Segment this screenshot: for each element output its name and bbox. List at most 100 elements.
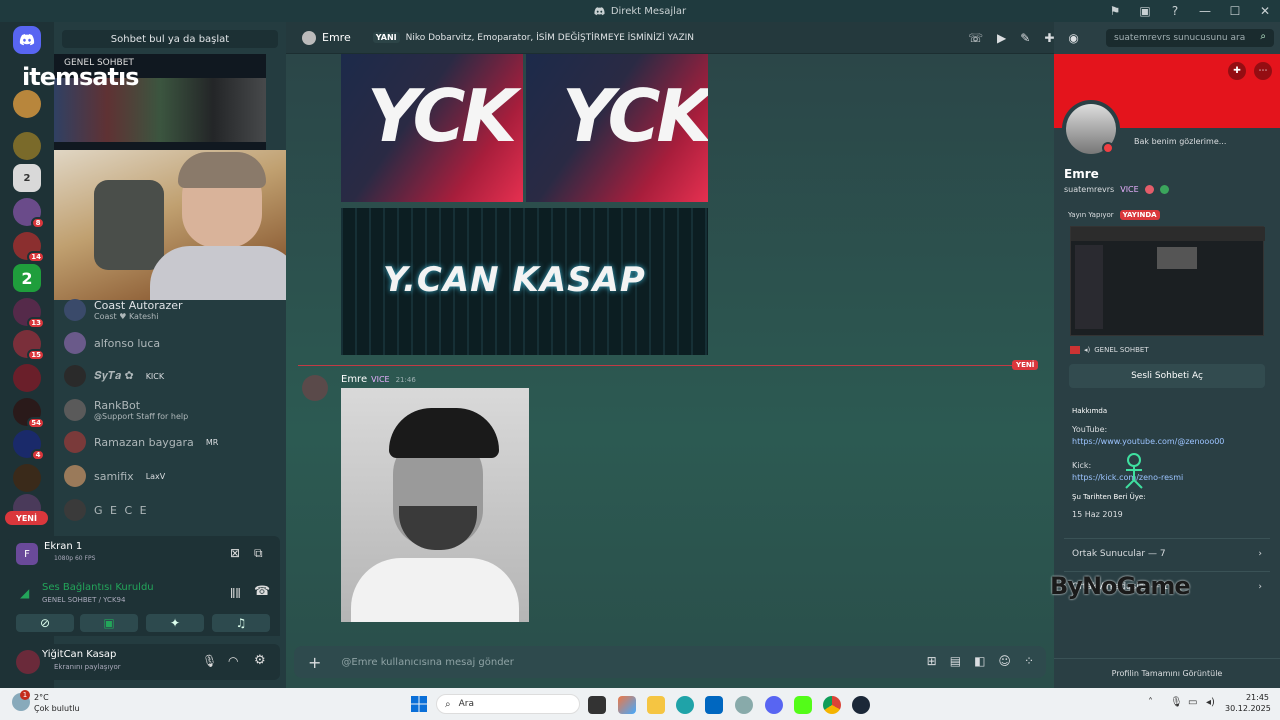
- live-badge: YAYINDA: [1119, 210, 1160, 220]
- inbox-flag-icon[interactable]: ⚑: [1100, 4, 1130, 18]
- server-icon[interactable]: 54: [13, 398, 45, 429]
- avatar[interactable]: [302, 30, 316, 45]
- volume-icon[interactable]: ◂): [1206, 697, 1215, 708]
- image-attachment[interactable]: Y.CAN KASAP: [341, 208, 708, 355]
- profile-icon[interactable]: ◉: [1068, 31, 1078, 45]
- server-icon[interactable]: [13, 90, 41, 118]
- maximize-button[interactable]: ☐: [1220, 4, 1250, 18]
- server-icon[interactable]: 13: [13, 298, 45, 329]
- list-item[interactable]: G E C E: [64, 496, 274, 524]
- add-friend-icon[interactable]: ✚: [1044, 31, 1054, 45]
- steam-icon[interactable]: [852, 696, 870, 714]
- list-item[interactable]: Coast Autorazer Coast ♥ Kateshi: [64, 296, 274, 324]
- add-attachment-icon[interactable]: +: [308, 653, 321, 672]
- mutual-servers-row[interactable]: Ortak Sunucular — 7 ›: [1064, 538, 1270, 568]
- list-item[interactable]: RankBot @Support Staff for help: [64, 396, 274, 424]
- camera-off-button[interactable]: ⊘: [16, 614, 74, 632]
- video-call-icon[interactable]: ▶: [997, 31, 1006, 45]
- list-item[interactable]: samifix LaxV: [64, 462, 274, 490]
- avatar: [64, 365, 86, 387]
- headphones-icon[interactable]: ◠: [228, 654, 238, 668]
- edge-icon[interactable]: [676, 696, 694, 714]
- settings-icon[interactable]: [735, 696, 753, 714]
- weather-description: Çok bulutlu: [34, 704, 80, 713]
- avatar[interactable]: [302, 375, 328, 401]
- new-messages-pill[interactable]: YENİ: [5, 511, 48, 525]
- dm-search-button[interactable]: Sohbet bul ya da başlat: [62, 30, 278, 48]
- voice-call-icon[interactable]: ☏: [968, 31, 983, 45]
- server-icon[interactable]: [13, 364, 41, 392]
- list-item[interactable]: Ramazan baygara MR: [64, 428, 274, 456]
- task-view-icon[interactable]: [588, 696, 606, 714]
- server-icon[interactable]: 2: [13, 164, 41, 192]
- pin-icon[interactable]: ✎: [1020, 31, 1030, 45]
- emoji-icon[interactable]: ☺: [998, 654, 1011, 668]
- image-attachment[interactable]: [341, 388, 529, 622]
- monitor-icon[interactable]: ▣: [1130, 4, 1160, 18]
- server-search-input[interactable]: suatemrevrs sunucusunu ara ⌕: [1106, 29, 1274, 47]
- clock-date[interactable]: 30.12.2025: [1225, 704, 1271, 713]
- gift-icon[interactable]: ⊞: [927, 654, 937, 668]
- file-explorer-icon[interactable]: [647, 696, 665, 714]
- home-button[interactable]: [13, 26, 41, 54]
- copilot-icon[interactable]: [618, 696, 636, 714]
- close-button[interactable]: ✕: [1250, 4, 1280, 18]
- message-author[interactable]: Emre: [341, 374, 367, 385]
- popout-icon[interactable]: ⧉: [254, 546, 263, 561]
- message-input[interactable]: + @Emre kullanıcısına mesaj gönder ⊞ ▤ ◧…: [294, 646, 1046, 678]
- voice-channel[interactable]: GENEL SOHBET / YCK94: [42, 596, 125, 604]
- monitor-tray-icon[interactable]: ▭: [1188, 697, 1197, 708]
- activities-button[interactable]: ✦: [146, 614, 204, 632]
- microphone-icon[interactable]: 🎙: [202, 654, 217, 668]
- thumbnail-sidebar: [1075, 245, 1103, 329]
- join-voice-button[interactable]: Sesli Sohbeti Aç: [1069, 364, 1265, 388]
- server-icon[interactable]: 15: [13, 330, 45, 361]
- list-item[interactable]: 𝑺𝒚𝑻𝒂 ✿ KICK: [64, 362, 274, 390]
- character-sticker-icon: [1120, 452, 1148, 490]
- clock-time[interactable]: 21:45: [1229, 693, 1269, 702]
- avatar[interactable]: [16, 650, 40, 674]
- settings-gear-icon[interactable]: ⚙: [254, 653, 266, 668]
- discord-taskbar-icon[interactable]: [765, 696, 783, 714]
- youtube-link[interactable]: https://www.youtube.com/@zenooo00: [1072, 437, 1224, 446]
- help-icon[interactable]: ?: [1160, 4, 1190, 18]
- add-friend-icon[interactable]: ✚: [1228, 62, 1246, 80]
- chevron-up-icon[interactable]: ˄: [1148, 697, 1153, 708]
- shirt-shape: [351, 558, 519, 622]
- soundboard-button[interactable]: ♫: [212, 614, 270, 632]
- list-item[interactable]: alfonso luca: [64, 329, 274, 357]
- store-icon[interactable]: [705, 696, 723, 714]
- server-icon[interactable]: 4: [13, 430, 45, 461]
- gif-icon[interactable]: ▤: [950, 654, 961, 668]
- voice-status[interactable]: Ses Bağlantısı Kuruldu: [42, 582, 154, 593]
- chrome-icon[interactable]: [823, 696, 841, 714]
- image-attachment[interactable]: YCK: [526, 54, 708, 202]
- server-icon[interactable]: 14: [13, 232, 45, 263]
- server-icon[interactable]: 8: [13, 198, 45, 229]
- chat-recipient-name[interactable]: Emre: [322, 31, 351, 44]
- server-icon[interactable]: [13, 464, 41, 492]
- kick-taskbar-icon[interactable]: [794, 696, 812, 714]
- noise-suppression-icon[interactable]: ǁǁ: [230, 586, 241, 599]
- minimize-button[interactable]: —: [1190, 4, 1220, 18]
- windows-start-icon[interactable]: [411, 696, 427, 712]
- server-icon[interactable]: [13, 132, 41, 160]
- apps-icon[interactable]: ⁘: [1024, 654, 1034, 668]
- view-full-profile-button[interactable]: Profilin Tamamını Görüntüle: [1054, 658, 1280, 688]
- thumbnail-window: [1157, 247, 1197, 269]
- stop-stream-icon[interactable]: ⊠: [230, 546, 240, 560]
- server-icon[interactable]: 2: [13, 264, 41, 292]
- live-heading: Yayın Yapıyor: [1068, 211, 1114, 219]
- camera-off-icon: ⊘: [39, 616, 51, 630]
- disconnect-icon[interactable]: ☎: [254, 584, 270, 599]
- microphone-tray-icon[interactable]: 🎙: [1170, 697, 1183, 708]
- taskbar-search[interactable]: ⌕ Ara: [436, 694, 580, 714]
- screen-share-button[interactable]: ▣: [80, 614, 138, 632]
- more-options-icon[interactable]: ⋯: [1254, 62, 1272, 80]
- unread-badge: 15: [27, 349, 45, 361]
- sticker-icon[interactable]: ◧: [974, 654, 985, 668]
- chat-header: Emre YANI Niko Dobarvitz, Emoparator, İS…: [286, 22, 1079, 54]
- stream-preview-thumbnail[interactable]: [1070, 226, 1265, 336]
- banner-text: YCK: [367, 74, 517, 158]
- image-attachment[interactable]: YCK: [341, 54, 523, 202]
